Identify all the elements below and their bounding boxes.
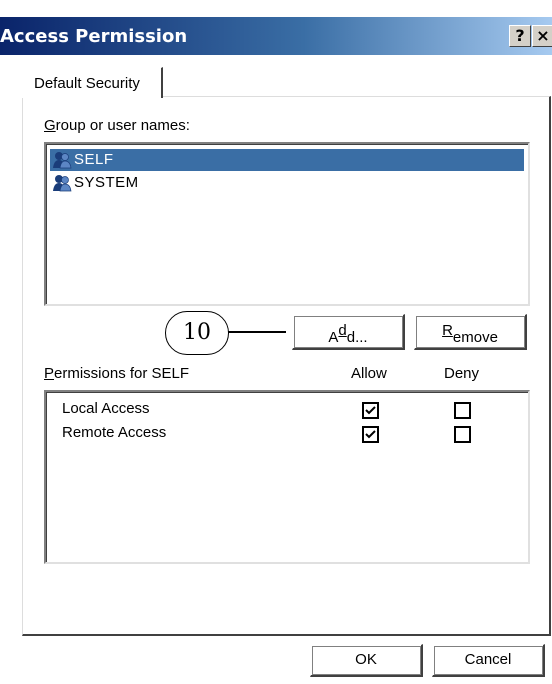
deny-checkbox[interactable] bbox=[454, 426, 471, 443]
group-label-mnemonic: G bbox=[44, 117, 56, 134]
cancel-button[interactable]: Cancel bbox=[432, 644, 545, 677]
group-user-list[interactable]: SELF SYSTEM bbox=[44, 142, 530, 306]
add-label-mnemonic: d bbox=[338, 322, 347, 339]
permission-row-local-access: Local Access bbox=[46, 398, 524, 422]
list-item-system[interactable]: SYSTEM bbox=[50, 172, 524, 194]
list-item-self[interactable]: SELF bbox=[50, 149, 524, 171]
add-label-rest: d... bbox=[346, 329, 368, 346]
permissions-list: Local Access Remote Access bbox=[44, 390, 530, 564]
permissions-label-text: ermissions for SELF bbox=[54, 365, 190, 382]
permission-row-remote-access: Remote Access bbox=[46, 422, 524, 446]
checkmark-icon bbox=[365, 406, 376, 415]
ok-label: OK bbox=[355, 651, 377, 668]
callout-number: 10 bbox=[165, 311, 229, 355]
title-bar: Access Permission ? × bbox=[0, 17, 552, 55]
group-list-label: Group or user names: bbox=[44, 117, 190, 134]
remove-label-rest: emove bbox=[452, 329, 498, 346]
permissions-label-mnemonic: P bbox=[44, 365, 55, 382]
cancel-label: Cancel bbox=[464, 651, 512, 668]
allow-checkbox-checked[interactable] bbox=[362, 426, 379, 443]
allow-checkbox-checked[interactable] bbox=[362, 402, 379, 419]
tab-label: Default Security bbox=[34, 75, 140, 92]
close-button[interactable]: × bbox=[532, 25, 552, 47]
add-label-a: A bbox=[328, 329, 339, 346]
tab-default-security[interactable]: Default Security bbox=[22, 67, 163, 98]
group-label-text: roup or user names: bbox=[55, 117, 190, 134]
checkmark-icon bbox=[365, 430, 376, 439]
remove-label-mnemonic: R bbox=[442, 322, 453, 339]
list-item-label: SYSTEM bbox=[74, 174, 139, 191]
ok-button[interactable]: OK bbox=[310, 644, 423, 677]
help-button[interactable]: ? bbox=[509, 25, 531, 47]
permissions-label: Permissions for SELF bbox=[44, 365, 189, 382]
group-users-icon bbox=[53, 175, 72, 192]
group-users-icon bbox=[53, 152, 72, 169]
window-title: Access Permission bbox=[0, 26, 188, 47]
add-button[interactable]: Add... bbox=[292, 314, 405, 350]
remove-button[interactable]: Remove bbox=[414, 314, 527, 350]
permission-name: Remote Access bbox=[62, 424, 167, 441]
callout-line bbox=[228, 331, 286, 333]
deny-checkbox[interactable] bbox=[454, 402, 471, 419]
list-item-label: SELF bbox=[74, 151, 114, 168]
allow-column-header: Allow bbox=[351, 365, 387, 382]
permission-name: Local Access bbox=[62, 400, 150, 417]
deny-column-header: Deny bbox=[444, 365, 480, 382]
